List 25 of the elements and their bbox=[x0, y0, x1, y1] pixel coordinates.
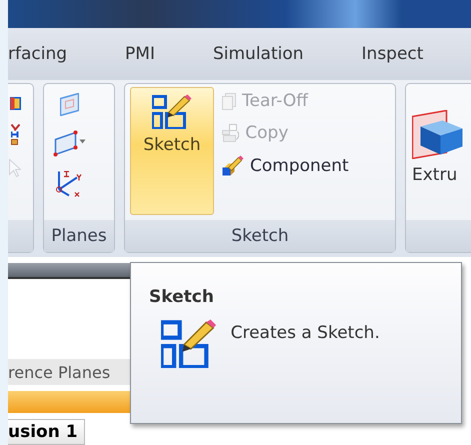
group-label: Planes bbox=[51, 226, 107, 246]
icon-button[interactable] bbox=[9, 97, 21, 110]
frame-icon bbox=[10, 97, 20, 110]
sketch-icon bbox=[152, 94, 192, 129]
ribbon-tab[interactable]: Simulation bbox=[212, 44, 304, 64]
large-button[interactable]: Sketch bbox=[130, 87, 214, 215]
component-icon bbox=[222, 155, 244, 176]
axes-icon bbox=[56, 171, 82, 197]
group-label-bar bbox=[8, 220, 33, 252]
feature-button[interactable]: usion 1 bbox=[8, 419, 85, 445]
ribbon-tab[interactable]: Inspect bbox=[362, 44, 424, 64]
icon-button[interactable] bbox=[9, 124, 21, 145]
copy-icon bbox=[222, 124, 240, 142]
pages-icon bbox=[222, 92, 236, 110]
box-icon bbox=[412, 110, 463, 159]
large-button[interactable]: Extru bbox=[411, 87, 471, 215]
ribbon-tab[interactable]: PMI bbox=[125, 44, 155, 64]
tooltip-text: Creates a Sketch. bbox=[230, 322, 380, 345]
pointer-icon bbox=[9, 159, 21, 177]
tooltip-title: Sketch bbox=[149, 287, 215, 307]
group-label-bar bbox=[406, 220, 471, 252]
group-label: Sketch bbox=[231, 226, 289, 246]
ribbon-tab[interactable]: rfacing bbox=[8, 44, 68, 64]
ribbon-button[interactable]: Component bbox=[222, 155, 349, 176]
sketch-icon bbox=[161, 319, 217, 368]
